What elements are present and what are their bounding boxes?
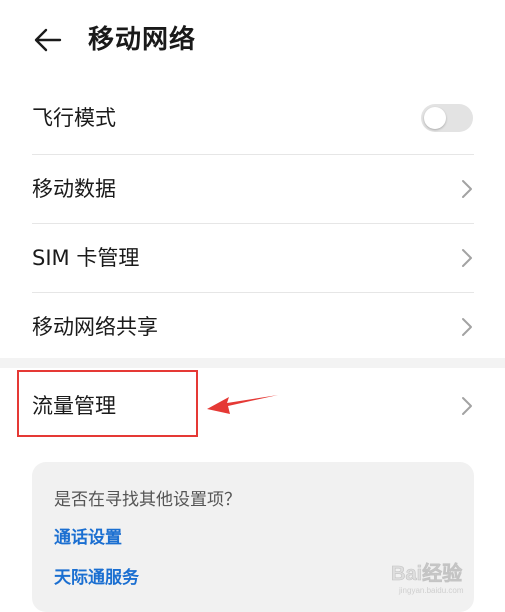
call-settings-link[interactable]: 通话设置	[54, 524, 122, 552]
page-title: 移动网络	[88, 25, 197, 55]
baidu-jingyan-watermark: Bai经验 jingyan.baidu.com	[391, 561, 464, 595]
sim-management-label: SIM 卡管理	[32, 246, 140, 270]
chevron-right-icon	[462, 180, 472, 198]
airplane-mode-row[interactable]: 飞行模式	[0, 84, 505, 152]
hotspot-label: 移动网络共享	[32, 315, 158, 339]
suggestion-title: 是否在寻找其他设置项？	[54, 490, 241, 510]
hotspot-row[interactable]: 移动网络共享	[0, 293, 505, 361]
skytone-service-link[interactable]: 天际通服务	[54, 564, 139, 592]
chevron-right-icon	[462, 249, 472, 267]
arrow-left-icon[interactable]	[32, 24, 64, 56]
chevron-right-icon	[462, 318, 472, 336]
airplane-mode-toggle[interactable]	[421, 104, 473, 132]
watermark-text: Bai经验	[391, 561, 462, 585]
header: 移动网络	[0, 0, 505, 80]
annotation-arrow-icon	[207, 395, 278, 414]
watermark-sub: jingyan.baidu.com	[398, 586, 464, 595]
sim-management-row[interactable]: SIM 卡管理	[0, 224, 505, 292]
mobile-data-row[interactable]: 移动数据	[0, 155, 505, 223]
toggle-knob	[424, 107, 446, 129]
annotation-highlight-box	[17, 370, 198, 437]
chevron-right-icon	[462, 397, 472, 415]
section-separator	[0, 358, 505, 368]
mobile-data-label: 移动数据	[32, 177, 116, 201]
airplane-mode-label: 飞行模式	[32, 106, 116, 130]
